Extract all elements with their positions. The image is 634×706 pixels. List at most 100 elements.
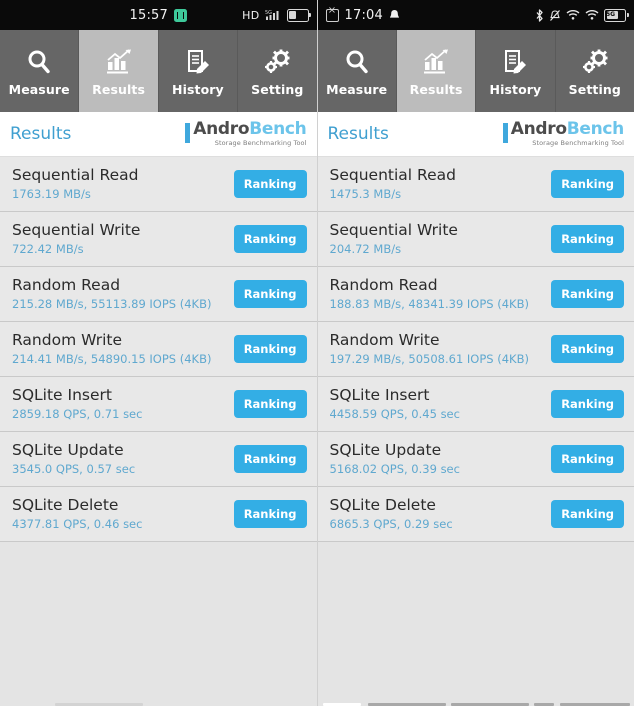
dual-screenshot-comparison: 15:57 HD 5G Measure Results History Sett… [0,0,634,706]
result-value: 3545.0 QPS, 0.57 sec [12,461,136,476]
table-row[interactable]: Random Read 188.83 MB/s, 48341.39 IOPS (… [317,267,634,322]
result-title: Random Read [329,276,438,295]
ranking-button[interactable]: Ranking [233,280,307,308]
result-value: 1763.19 MB/s [12,186,91,201]
tab-setting-label: Setting [251,82,304,97]
document-pen-icon [501,45,529,79]
result-value: 1475.3 MB/s [329,186,402,201]
table-row[interactable]: Sequential Write 204.72 MB/s Ranking [317,212,634,267]
page-header-left: Results AndroBench Storage Benchmarking … [0,112,317,157]
no-sim-icon [325,5,339,22]
logo-accent-bar [185,123,191,144]
ranking-button[interactable]: Ranking [233,170,307,198]
table-row[interactable]: Random Write 197.29 MB/s, 50508.61 IOPS … [317,322,634,377]
ranking-button[interactable]: Ranking [551,280,624,308]
result-value: 215.28 MB/s, 55113.89 IOPS (4KB) [12,296,212,311]
result-title: Random Write [12,331,123,350]
logo-tagline: Storage Benchmarking Tool [532,139,624,148]
table-row[interactable]: SQLite Update 5168.02 QPS, 0.39 sec Rank… [317,432,634,487]
status-bar-right-cluster: 5G [535,8,634,22]
magnifier-icon [25,45,53,79]
phone-screen-right: 17:04 [316,0,634,706]
tab-results[interactable]: Results [79,30,159,112]
ranking-button[interactable]: Ranking [233,390,307,418]
hd-label: HD [242,8,260,22]
status-bar-right: 17:04 [317,0,634,30]
ranking-button[interactable]: Ranking [551,390,624,418]
result-value: 6865.3 QPS, 0.29 sec [329,516,453,531]
tab-results-label: Results [92,82,145,97]
ranking-button[interactable]: Ranking [551,335,624,363]
table-row[interactable]: Sequential Read 1763.19 MB/s Ranking [0,157,317,212]
tab-history[interactable]: History [476,30,556,112]
bluetooth-icon [535,8,544,22]
app-badge-icon [173,8,187,22]
results-list-left: Sequential Read 1763.19 MB/s Ranking Seq… [0,157,317,698]
status-time: 17:04 [344,7,383,23]
battery-label: 5G [606,10,616,18]
tab-measure[interactable]: Measure [0,30,80,112]
result-title: Random Write [329,331,440,350]
table-row[interactable]: Sequential Read 1475.3 MB/s Ranking [317,157,634,212]
logo-tagline: Storage Benchmarking Tool [214,139,307,148]
ranking-button[interactable]: Ranking [551,225,624,253]
status-bar-left-cluster: 17:04 [318,5,400,23]
ranking-button[interactable]: Ranking [551,170,624,198]
table-row[interactable]: Random Write 214.41 MB/s, 54890.15 IOPS … [0,322,317,377]
navigation-hint-bar [0,698,317,706]
androbench-logo: AndroBench Storage Benchmarking Tool [502,119,625,148]
ranking-button[interactable]: Ranking [233,335,307,363]
ranking-button[interactable]: Ranking [551,445,624,473]
result-title: Random Read [12,276,121,295]
result-value: 4458.59 QPS, 0.45 sec [329,406,460,421]
status-bar-left: 15:57 HD 5G [0,0,317,30]
table-row[interactable]: SQLite Delete 6865.3 QPS, 0.29 sec Ranki… [317,487,634,542]
gears-icon [263,45,291,79]
tab-setting[interactable]: Setting [238,30,317,112]
result-value: 214.41 MB/s, 54890.15 IOPS (4KB) [12,351,212,366]
tab-history[interactable]: History [158,30,239,112]
tab-setting[interactable]: Setting [555,30,634,112]
tab-history-label: History [172,82,224,97]
result-title: Sequential Read [12,166,139,185]
result-value: 188.83 MB/s, 48341.39 IOPS (4KB) [329,296,529,311]
tab-measure-label: Measure [8,82,70,97]
tab-results[interactable]: Results [396,30,477,112]
result-title: Sequential Write [329,221,458,240]
ranking-button[interactable]: Ranking [233,500,307,528]
table-row[interactable]: Random Read 215.28 MB/s, 55113.89 IOPS (… [0,267,317,322]
tab-setting-label: Setting [568,82,621,97]
signal-5g-icon: 5G [265,9,282,21]
ranking-button[interactable]: Ranking [233,225,307,253]
battery-icon [286,8,311,22]
page-title: Results [327,124,389,144]
result-title: SQLite Update [329,441,442,460]
table-row[interactable]: SQLite Delete 4377.81 QPS, 0.46 sec Rank… [0,487,317,542]
ranking-button[interactable]: Ranking [233,445,307,473]
table-row[interactable]: Sequential Write 722.42 MB/s Ranking [0,212,317,267]
table-row[interactable]: SQLite Update 3545.0 QPS, 0.57 sec Ranki… [0,432,317,487]
androbench-logo: AndroBench Storage Benchmarking Tool [185,119,307,148]
ranking-button[interactable]: Ranking [551,500,624,528]
logo-primary-text: Andro [193,119,250,140]
logo-secondary-text: Bench [249,119,307,140]
result-title: SQLite Update [12,441,124,460]
tab-bar-left: Measure Results History Setting [0,30,317,112]
tab-history-label: History [489,82,542,97]
result-title: Sequential Write [12,221,141,240]
result-title: SQLite Delete [329,496,436,515]
tab-results-label: Results [409,82,463,97]
result-value: 5168.02 QPS, 0.39 sec [329,461,460,476]
table-row[interactable]: SQLite Insert 4458.59 QPS, 0.45 sec Rank… [317,377,634,432]
page-title: Results [10,124,72,144]
bar-chart-icon [422,45,450,79]
logo-secondary-text: Bench [566,119,625,140]
status-time: 15:57 [129,7,168,23]
result-value: 197.29 MB/s, 50508.61 IOPS (4KB) [329,351,529,366]
document-pen-icon [184,45,212,79]
tab-measure-label: Measure [326,82,388,97]
tab-measure[interactable]: Measure [317,30,397,112]
logo-primary-text: Andro [510,119,567,140]
status-bar-right-cluster: HD 5G [242,8,316,22]
table-row[interactable]: SQLite Insert 2859.18 QPS, 0.71 sec Rank… [0,377,317,432]
